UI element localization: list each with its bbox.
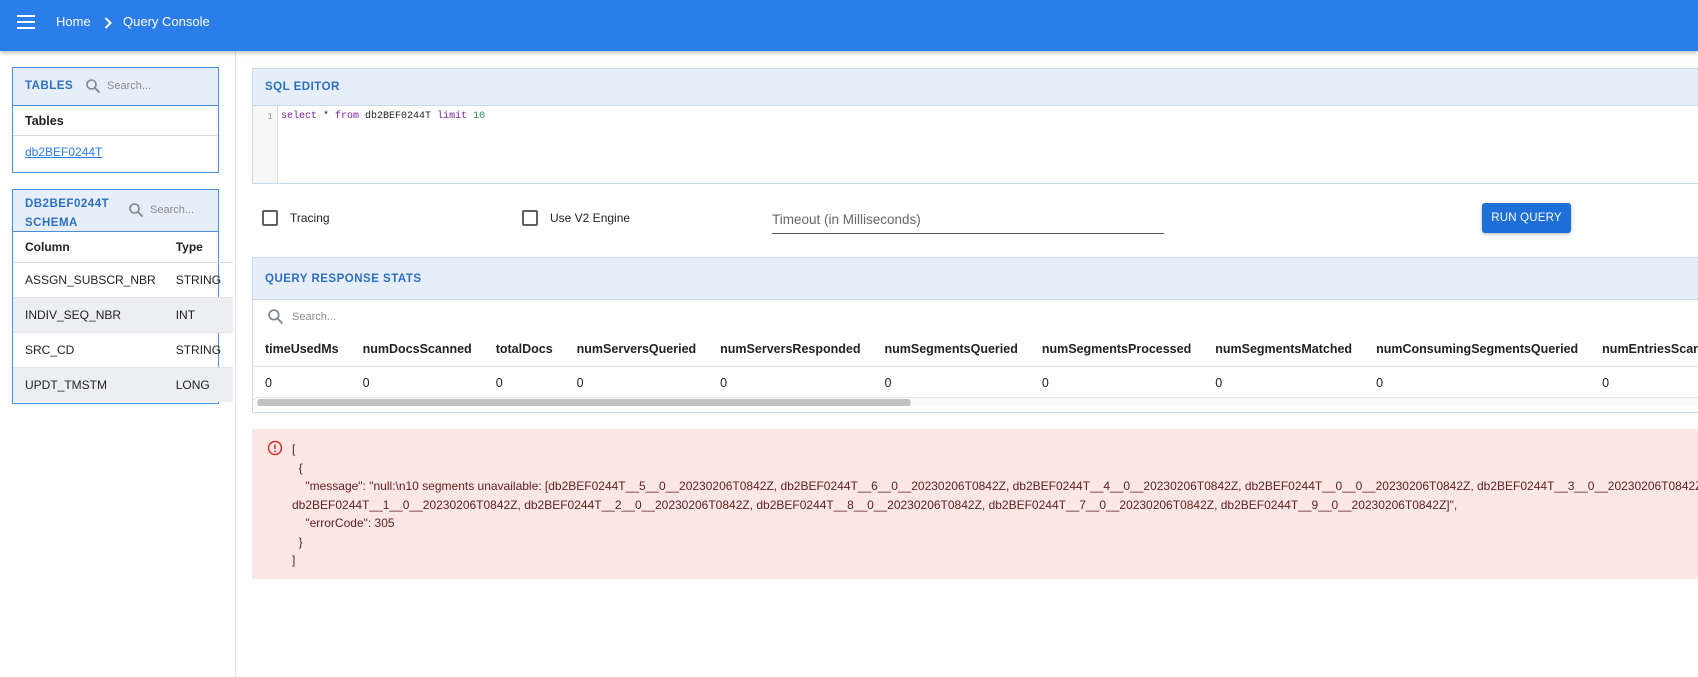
stats-header-cell[interactable]: numSegmentsProcessed xyxy=(1029,333,1204,367)
breadcrumb-current: Query Console xyxy=(123,14,210,29)
run-query-button[interactable]: RUN QUERY xyxy=(1482,203,1571,233)
horizontal-scrollbar[interactable] xyxy=(255,397,1698,406)
schema-header-row: Column Type xyxy=(13,232,234,263)
table-row[interactable]: ASSGN_SUBSCR_NBR STRING xyxy=(13,262,234,298)
stats-value-cell: 0 xyxy=(1590,366,1698,400)
sql-keyword-limit: limit xyxy=(437,111,468,122)
schema-header-type[interactable]: Type xyxy=(167,232,234,263)
search-icon xyxy=(86,79,101,94)
error-alert: [ { "message": "null:\n10 segments unava… xyxy=(252,429,1698,579)
timeout-input[interactable] xyxy=(772,208,1164,234)
tables-column-header: Tables xyxy=(13,106,218,136)
query-options: Tracing Use V2 Engine RUN QUERY xyxy=(252,200,1698,240)
stats-value-cell: 0 xyxy=(483,366,565,400)
stats-value-cell: 0 xyxy=(253,366,351,400)
schema-panel-header: DB2BEF0244T SCHEMA xyxy=(13,190,220,232)
tracing-label: Tracing xyxy=(290,211,330,225)
tracing-option[interactable]: Tracing xyxy=(262,210,330,226)
stats-header-cell[interactable]: numServersResponded xyxy=(708,333,873,367)
stats-value-cell: 0 xyxy=(350,366,484,400)
schema-column-name: INDIV_SEQ_NBR xyxy=(13,297,168,333)
sql-editor-panel: SQL EDITOR 1 select * from db2BEF0244T l… xyxy=(252,68,1698,184)
schema-column-type: LONG xyxy=(167,367,234,402)
schema-search-input[interactable] xyxy=(150,204,220,216)
schema-panel-title: DB2BEF0244T SCHEMA xyxy=(25,198,110,229)
chevron-right-icon xyxy=(104,17,112,29)
error-message: [ { "message": "null:\n10 segments unava… xyxy=(292,442,1698,567)
sql-editor-title: SQL EDITOR xyxy=(253,69,1698,106)
sql-limit-value: 10 xyxy=(467,111,486,122)
app-bar: Home Query Console xyxy=(0,0,1698,51)
tables-panel: TABLES Tables db2BEF0244T xyxy=(12,67,219,173)
stats-value-cell: 0 xyxy=(1364,366,1591,400)
sql-token-star: * xyxy=(317,111,336,122)
schema-column-type: STRING xyxy=(167,262,234,298)
stats-header-cell[interactable]: numServersQueried xyxy=(564,333,709,367)
schema-column-name: UPDT_TMSTM xyxy=(13,367,168,402)
table-row[interactable]: UPDT_TMSTM LONG xyxy=(13,367,234,402)
query-stats-panel: QUERY RESPONSE STATS timeUsedMs numDocsS… xyxy=(252,257,1698,413)
stats-header-cell[interactable]: numSegmentsQueried xyxy=(872,333,1030,367)
schema-header-column[interactable]: Column xyxy=(13,232,168,263)
search-icon xyxy=(129,203,144,218)
stats-search-input[interactable] xyxy=(292,310,492,323)
v2-engine-checkbox[interactable] xyxy=(522,210,538,226)
stats-header-cell[interactable]: numSegmentsMatched xyxy=(1203,333,1365,367)
editor-gutter: 1 xyxy=(253,106,278,183)
stats-header-cell[interactable]: numEntriesScannedInFilter xyxy=(1590,333,1698,367)
sql-query-line[interactable]: select * from db2BEF0244T limit 10 xyxy=(281,111,485,122)
stats-value-cell: 0 xyxy=(564,366,709,400)
schema-table: Column Type ASSGN_SUBSCR_NBR STRING INDI… xyxy=(13,232,234,402)
table-row[interactable]: SRC_CD STRING xyxy=(13,332,234,368)
breadcrumb-home[interactable]: Home xyxy=(56,14,91,29)
stats-header-cell[interactable]: totalDocs xyxy=(483,333,565,367)
stats-value-cell: 0 xyxy=(708,366,873,400)
stats-table: timeUsedMs numDocsScanned totalDocs numS… xyxy=(253,333,1698,400)
table-row[interactable]: INDIV_SEQ_NBR INT xyxy=(13,297,234,333)
sidebar: TABLES Tables db2BEF0244T DB2BEF0244T SC… xyxy=(0,51,236,677)
schema-column-type: INT xyxy=(167,297,234,333)
stats-search xyxy=(267,308,492,325)
sql-keyword-from: from xyxy=(335,111,360,122)
stats-value-cell: 0 xyxy=(1029,366,1204,400)
stats-header-cell[interactable]: numConsumingSegmentsQueried xyxy=(1364,333,1591,367)
tables-panel-title: TABLES xyxy=(25,80,74,92)
table-link-db2bef0244t[interactable]: db2BEF0244T xyxy=(13,136,218,168)
stats-value-cell: 0 xyxy=(1203,366,1365,400)
stats-header-cell[interactable]: timeUsedMs xyxy=(253,333,351,367)
stats-header-row: timeUsedMs numDocsScanned totalDocs numS… xyxy=(253,333,1698,367)
tables-search xyxy=(85,78,187,94)
sql-keyword-select: select xyxy=(281,111,318,122)
v2-engine-option[interactable]: Use V2 Engine xyxy=(522,210,630,226)
table-row: 0 0 0 0 0 0 0 0 0 0 0 xyxy=(253,366,1698,400)
sql-table-name: db2BEF0244T xyxy=(359,111,438,122)
schema-panel: DB2BEF0244T SCHEMA Column Type ASSGN_SUB… xyxy=(12,189,234,404)
schema-column-name: ASSGN_SUBSCR_NBR xyxy=(13,262,168,298)
schema-search xyxy=(128,202,220,218)
tracing-checkbox[interactable] xyxy=(262,210,278,226)
stats-header-cell[interactable]: numDocsScanned xyxy=(350,333,484,367)
tables-search-input[interactable] xyxy=(107,80,187,92)
error-outline-icon xyxy=(267,440,283,456)
v2-engine-label: Use V2 Engine xyxy=(550,211,631,225)
schema-column-type: STRING xyxy=(167,332,234,368)
schema-column-name: SRC_CD xyxy=(13,332,168,368)
scrollbar-thumb[interactable] xyxy=(257,399,911,406)
tables-panel-header: TABLES xyxy=(13,68,218,106)
query-stats-title: QUERY RESPONSE STATS xyxy=(253,258,1698,300)
menu-icon[interactable] xyxy=(17,15,35,29)
line-number: 1 xyxy=(267,111,273,122)
search-icon xyxy=(268,309,284,325)
stats-value-cell: 0 xyxy=(872,366,1030,400)
sql-editor[interactable]: 1 select * from db2BEF0244T limit 10 xyxy=(253,106,1698,183)
